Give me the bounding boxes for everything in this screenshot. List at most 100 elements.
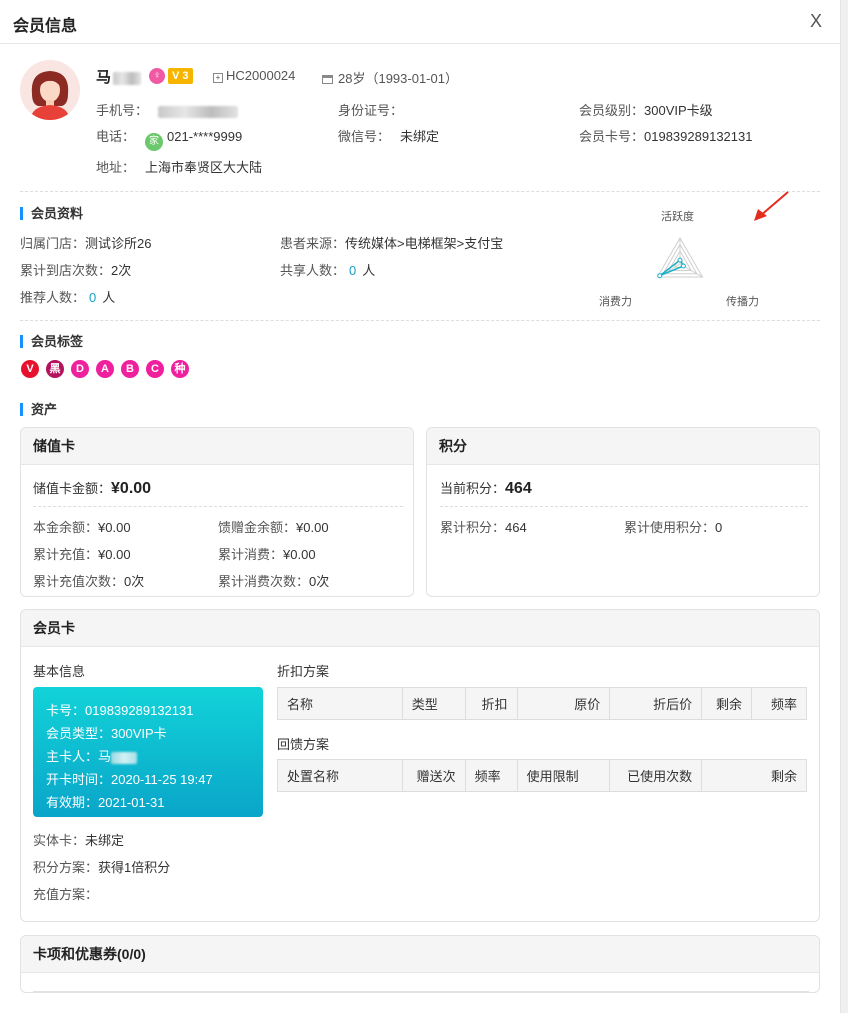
total-points-value: 464 <box>505 520 527 535</box>
column-header: 类型 <box>401 687 466 720</box>
physical-card-label: 实体卡： <box>33 833 86 848</box>
principal-value: ¥0.00 <box>98 520 131 535</box>
column-header: 已使用次数 <box>609 759 703 792</box>
cards-coupons-title[interactable]: 卡项和优惠券(0/0) <box>21 936 819 973</box>
recharge-label: 累计充值： <box>33 547 99 562</box>
column-header: 剩余 <box>701 759 807 792</box>
member-tag: V <box>21 360 39 378</box>
source-value: 传统媒体>电梯框架>支付宝 <box>345 236 504 251</box>
current-points-field: 当前积分：464 <box>440 478 532 498</box>
mobile-field: 手机号： <box>96 100 239 119</box>
scrollbar[interactable] <box>840 0 848 1013</box>
recharge-times-label: 累计充值次数： <box>33 574 125 589</box>
points-plan-label: 积分方案： <box>33 860 99 875</box>
id-card-icon: + <box>213 73 223 83</box>
store-label: 归属门店： <box>20 236 86 251</box>
table-header-row: 处置名称 赠送次 频率 使用限制 已使用次数 剩余 <box>277 759 807 792</box>
wechat-field: 微信号： 未绑定 <box>338 126 439 145</box>
card-holder-value: 马 <box>98 749 112 764</box>
pointer-arrow-icon <box>754 191 789 221</box>
address-field: 地址： 上海市奉贤区大大陆 <box>96 157 262 176</box>
member-age-text: 28岁（1993-01-01） <box>338 71 458 86</box>
shared-field: 共享人数： 0 人 <box>280 260 375 279</box>
member-tag: D <box>71 360 89 378</box>
column-header: 赠送次 <box>401 759 466 792</box>
member-tag: C <box>146 360 164 378</box>
points-plan-field: 积分方案：获得1倍积分 <box>33 857 170 876</box>
stored-amount-field: 储值卡金额：¥0.00 <box>33 478 151 498</box>
referral-value[interactable]: 0 <box>89 290 96 305</box>
avatar-icon <box>20 60 80 120</box>
points-panel: 积分 当前积分：464 累计积分：464 累计使用积分：0 <box>426 427 820 597</box>
card-holder-line: 主卡人：马 <box>46 745 250 768</box>
radar-point <box>680 263 686 269</box>
member-level-label: 会员级别： <box>579 103 645 118</box>
column-header: 使用限制 <box>516 759 611 792</box>
member-tag: A <box>96 360 114 378</box>
gift-balance-label: 馈赠金余额： <box>218 520 297 535</box>
redacted-name <box>113 71 142 85</box>
avatar <box>20 60 80 120</box>
birthday-icon <box>322 75 333 84</box>
radar-point <box>657 273 663 279</box>
source-label: 患者来源： <box>280 236 346 251</box>
visits-label: 累计到店次数： <box>20 263 112 278</box>
radar-label-activity: 活跃度 <box>661 211 694 223</box>
source-field: 患者来源：传统媒体>电梯框架>支付宝 <box>280 233 503 252</box>
member-code-text: HC2000024 <box>226 68 296 83</box>
member-name-text: 马 <box>96 69 112 86</box>
divider <box>440 506 808 507</box>
assets-title: 资产 <box>20 403 57 416</box>
divider <box>33 506 403 507</box>
points-title: 积分 <box>427 428 819 465</box>
column-header: 原价 <box>516 687 611 720</box>
current-points-label: 当前积分： <box>440 481 506 496</box>
table-header-row: 名称 类型 折扣 原价 折后价 剩余 频率 <box>277 687 807 720</box>
used-points-value: 0 <box>715 520 723 535</box>
recharge-plan-field: 充值方案： <box>33 884 98 903</box>
consume-label: 累计消费： <box>218 547 284 562</box>
column-header: 名称 <box>277 687 403 720</box>
divider <box>20 320 820 321</box>
member-card-visual[interactable]: 卡号：019839289132131 会员类型：300VIP卡 主卡人：马 开卡… <box>33 687 263 817</box>
physical-card-value: 未绑定 <box>85 833 125 848</box>
column-header: 折后价 <box>609 687 703 720</box>
card-number-field: 会员卡号：019839289132131 <box>579 126 752 145</box>
vip-level-badge: V 3 <box>168 68 193 84</box>
valid-date-line: 有效期：2021-01-31 <box>46 791 250 814</box>
column-header: 剩余 <box>701 687 753 720</box>
column-header: 频率 <box>464 759 518 792</box>
principal-label: 本金余额： <box>33 520 99 535</box>
card-number-line: 卡号：019839289132131 <box>46 699 250 722</box>
redacted-mobile <box>158 105 239 118</box>
phone-field: 电话： 家 021-****9999 <box>96 126 242 151</box>
principal-field: 本金余额：¥0.00 <box>33 517 131 536</box>
referral-unit: 人 <box>102 290 116 305</box>
member-card-title: 会员卡 <box>21 610 819 647</box>
card-number-value: 019839289132131 <box>644 129 753 144</box>
total-points-label: 累计积分： <box>440 520 506 535</box>
open-time-line: 开卡时间：2020-11-25 19:47 <box>46 768 250 791</box>
referral-field: 推荐人数： 0 人 <box>20 287 115 306</box>
divider <box>20 191 820 192</box>
consume-times-value: 0次 <box>309 574 330 589</box>
close-button[interactable]: X <box>806 10 826 32</box>
discount-plan-table: 名称 类型 折扣 原价 折后价 剩余 频率 <box>277 687 807 720</box>
recharge-value: ¥0.00 <box>98 547 131 562</box>
id-card-field: 身份证号： <box>338 100 403 119</box>
store-value: 测试诊所26 <box>85 236 152 251</box>
modal-header: 会员信息 X <box>0 0 840 44</box>
phone-value: 021-****9999 <box>167 129 243 144</box>
home-phone-icon: 家 <box>145 133 164 151</box>
consume-field: 累计消费：¥0.00 <box>218 544 316 563</box>
total-points-field: 累计积分：464 <box>440 517 527 536</box>
recharge-times-field: 累计充值次数：0次 <box>33 571 144 590</box>
member-level-value: 300VIP卡级 <box>644 103 713 118</box>
shared-value[interactable]: 0 <box>349 263 356 278</box>
recharge-plan-label: 充值方案： <box>33 887 99 902</box>
open-time-label: 开卡时间： <box>46 772 112 787</box>
column-header: 处置名称 <box>277 759 403 792</box>
modal-title: 会员信息 <box>13 18 78 35</box>
member-tag: 黑 <box>46 360 64 378</box>
address-value: 上海市奉贤区大大陆 <box>145 160 263 175</box>
